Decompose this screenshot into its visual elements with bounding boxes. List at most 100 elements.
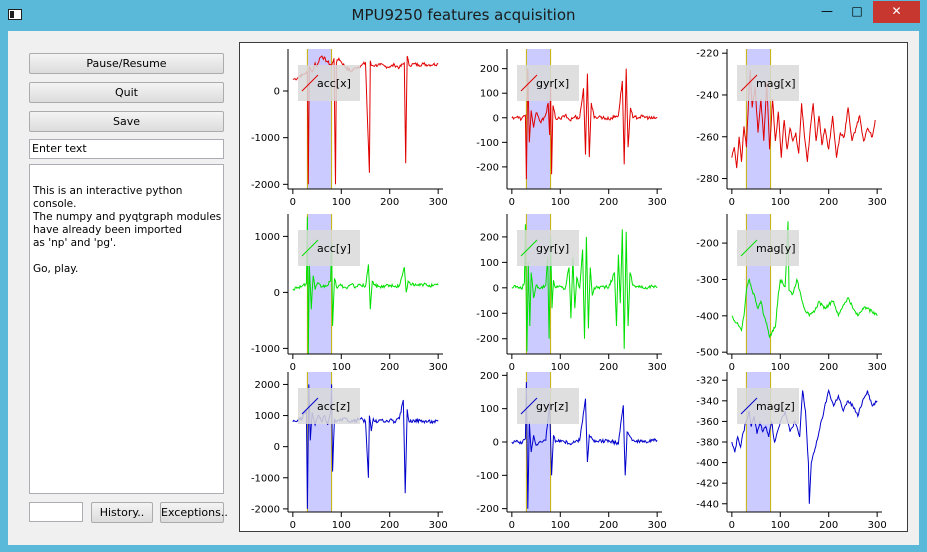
plot-grid: acc[x] 0 100 200 300 0 -1000 -2000 gyr[x] 0 100 200… — [239, 42, 908, 532]
x-tick-label: 200 — [380, 197, 399, 208]
maximize-button[interactable]: □ — [843, 1, 871, 23]
y-tick-label: -200 — [476, 334, 499, 345]
x-tick-label: 300 — [429, 197, 448, 208]
y-tick-label: -1000 — [251, 133, 280, 144]
y-tick-label: -100 — [476, 471, 499, 482]
legend-label: acc[z] — [317, 400, 350, 413]
x-tick-label: 0 — [509, 197, 515, 208]
x-tick-label: 300 — [648, 362, 667, 373]
y-tick-label: -420 — [696, 479, 719, 490]
close-button[interactable]: ✕ — [873, 1, 920, 23]
minimize-button[interactable]: — — [813, 1, 841, 23]
x-tick-label: 300 — [648, 197, 667, 208]
y-tick-label: 0 — [274, 87, 280, 98]
legend-mag-x[interactable]: mag[x] — [737, 65, 799, 101]
x-tick-label: 0 — [509, 520, 515, 531]
x-tick-label: 300 — [868, 520, 887, 531]
y-tick-label: -340 — [696, 396, 719, 407]
x-tick-label: 0 — [290, 520, 296, 531]
x-tick-label: 300 — [868, 362, 887, 373]
x-tick-label: 100 — [551, 362, 570, 373]
legend-acc-y[interactable]: acc[y] — [298, 230, 360, 266]
x-tick-label: 200 — [819, 520, 838, 531]
y-tick-label: -100 — [476, 309, 499, 320]
x-tick-label: 200 — [819, 197, 838, 208]
legend-label: acc[x] — [317, 77, 351, 90]
legend-gyr-y[interactable]: gyr[y] — [517, 230, 579, 266]
y-tick-label: -240 — [696, 90, 719, 101]
legend-label: gyr[x] — [536, 77, 569, 90]
chart-mag-z[interactable]: mag[z] 0 100 200 300 -320 -340 -360 -380 -400 -420… — [696, 372, 887, 531]
x-tick-label: 200 — [819, 362, 838, 373]
legend-label: mag[y] — [756, 242, 796, 255]
legend-mag-z[interactable]: mag[z] — [737, 388, 799, 424]
y-tick-label: -360 — [696, 417, 719, 428]
y-tick-label: -380 — [696, 438, 719, 449]
y-tick-label: 0 — [274, 288, 280, 299]
y-tick-label: -100 — [476, 138, 499, 149]
y-tick-label: 200 — [480, 232, 499, 243]
exceptions-button[interactable]: Exceptions.. — [160, 502, 228, 523]
console-input[interactable] — [29, 502, 83, 522]
chart-acc-z[interactable]: acc[z] 0 100 200 300 2000 1000 0 -1000 -2000 — [251, 372, 448, 531]
y-tick-label: 0 — [274, 442, 280, 453]
x-tick-label: 300 — [648, 520, 667, 531]
x-tick-label: 200 — [599, 197, 618, 208]
console-output[interactable]: This is an interactive python console. T… — [29, 164, 224, 494]
chart-mag-x[interactable]: mag[x] 0 100 200 300 -220 -240 -260 -280 — [696, 49, 886, 208]
y-tick-label: 100 — [480, 89, 499, 100]
y-tick-label: -280 — [696, 174, 719, 185]
legend-label: gyr[z] — [536, 400, 568, 413]
y-tick-label: 100 — [480, 404, 499, 415]
legend-acc-x[interactable]: acc[x] — [298, 65, 360, 101]
title-bar[interactable]: MPU9250 features acquisition — □ ✕ — [0, 0, 927, 31]
y-tick-label: -1000 — [251, 473, 280, 484]
chart-gyr-z[interactable]: gyr[z] 0 100 200 300 200 100 0 -100 -200 — [476, 371, 666, 531]
x-tick-label: 100 — [551, 197, 570, 208]
x-tick-label: 100 — [771, 520, 790, 531]
y-tick-label: -320 — [696, 376, 719, 387]
y-tick-label: -200 — [476, 162, 499, 173]
y-tick-label: -1000 — [251, 344, 280, 355]
y-tick-label: -400 — [696, 311, 719, 322]
legend-mag-y[interactable]: mag[y] — [737, 230, 799, 266]
legend-label: acc[y] — [317, 242, 351, 255]
legend-acc-z[interactable]: acc[z] — [298, 388, 360, 424]
history-button[interactable]: History.. — [91, 502, 153, 523]
console-text: This is an interactive python console. T… — [33, 185, 222, 275]
save-button[interactable]: Save — [29, 111, 224, 132]
legend-label: mag[x] — [756, 77, 796, 90]
legend-gyr-z[interactable]: gyr[z] — [517, 388, 579, 424]
chart-acc-y[interactable]: acc[y] 0 100 200 300 1000 0 -1000 — [251, 214, 448, 373]
text-input[interactable]: Enter text — [29, 139, 224, 159]
x-tick-label: 0 — [729, 362, 735, 373]
chart-mag-y[interactable]: mag[y] 0 100 200 300 -200 -300 -400 -500 — [696, 214, 887, 373]
y-tick-label: -500 — [696, 348, 719, 359]
chart-gyr-y[interactable]: gyr[y] 0 100 200 300 200 100 0 -100 -200 — [476, 214, 667, 373]
y-tick-label: 2000 — [255, 380, 280, 391]
y-tick-label: 0 — [493, 283, 499, 294]
y-tick-label: 200 — [480, 64, 499, 75]
x-tick-label: 100 — [771, 362, 790, 373]
y-tick-label: -2000 — [251, 180, 280, 191]
y-tick-label: 100 — [480, 258, 499, 269]
y-tick-label: -220 — [696, 49, 719, 60]
plots-canvas[interactable]: acc[x]0 100 200 3000-1000-2000gyr[x]0 100 200… — [240, 43, 907, 531]
chart-gyr-x[interactable]: gyr[x] 0 100 200 300 200 100 0 -100 -200 — [476, 49, 667, 208]
y-tick-label: -400 — [696, 458, 719, 469]
x-tick-label: 0 — [509, 362, 515, 373]
x-tick-label: 100 — [771, 197, 790, 208]
window-title: MPU9250 features acquisition — [351, 6, 576, 24]
x-tick-label: 200 — [380, 520, 399, 531]
y-tick-label: 0 — [493, 438, 499, 449]
app-window: MPU9250 features acquisition — □ ✕ Pause… — [0, 0, 927, 552]
pause-resume-button[interactable]: Pause/Resume — [29, 53, 224, 74]
quit-button[interactable]: Quit — [29, 82, 224, 103]
x-tick-label: 300 — [868, 197, 887, 208]
legend-gyr-x[interactable]: gyr[x] — [517, 65, 579, 101]
chart-acc-x[interactable]: acc[x] 0 100 200 300 0 -1000 -2000 — [251, 49, 448, 208]
x-tick-label: 200 — [599, 520, 618, 531]
x-tick-label: 0 — [290, 197, 296, 208]
x-tick-label: 200 — [380, 362, 399, 373]
y-tick-label: -260 — [696, 132, 719, 143]
